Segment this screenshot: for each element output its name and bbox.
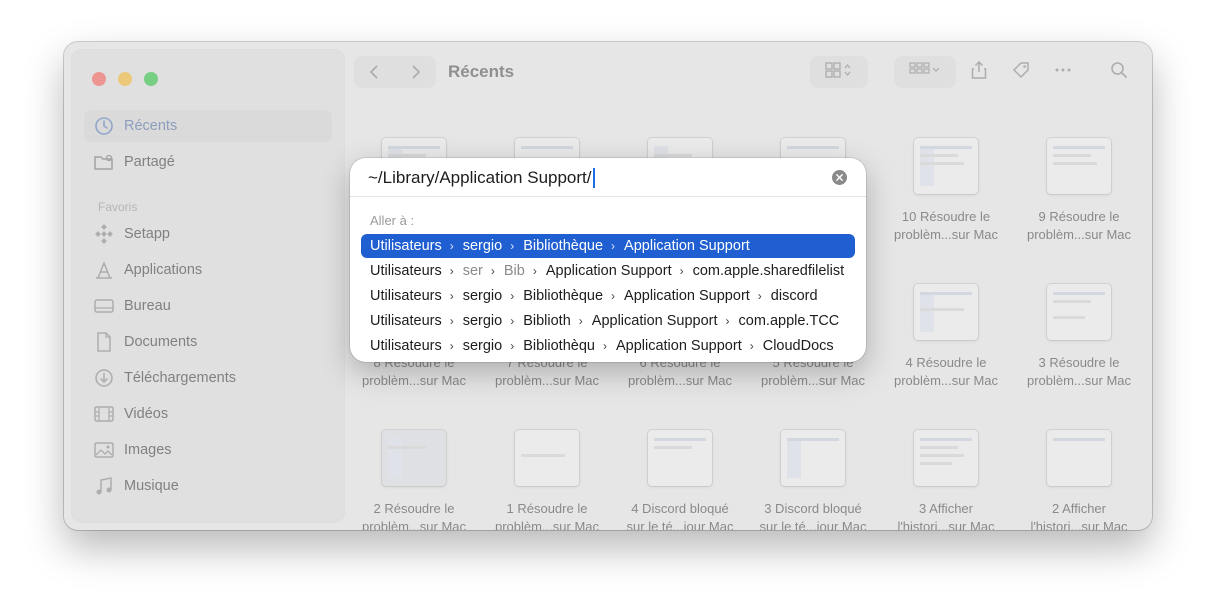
path-segment: Utilisateurs <box>370 263 442 279</box>
chevron-right-icon: › <box>611 289 616 303</box>
suggestion-row[interactable]: Utilisateurs › sergio › Bibliothèque › A… <box>361 234 855 258</box>
path-segment: discord <box>770 288 818 304</box>
chevron-right-icon: › <box>449 264 454 278</box>
chevron-right-icon: › <box>510 289 515 303</box>
path-segment: Application Support <box>624 238 750 254</box>
path-segment: Utilisateurs <box>370 288 442 304</box>
path-segment: sergio <box>462 313 503 329</box>
path-segment: Application Support <box>615 338 742 354</box>
suggestion-row[interactable]: Utilisateurs › sergio › Bibliothèqu › Ap… <box>361 334 855 358</box>
chevron-right-icon: › <box>510 339 515 353</box>
path-segment: com.apple.sharedfilelist <box>692 263 845 279</box>
suggestion-row[interactable]: Utilisateurs › ser › Bib › Application S… <box>361 259 855 283</box>
suggestion-row[interactable]: Utilisateurs › sergio › Bibliothèque › A… <box>361 284 855 308</box>
path-segment: Bibliothèqu <box>523 338 595 354</box>
path-segment: Bibliothèque <box>523 238 604 254</box>
path-segment: ser <box>462 263 483 279</box>
path-segment: Application Support <box>545 263 672 279</box>
chevron-right-icon: › <box>510 239 515 253</box>
chevron-right-icon: › <box>725 314 730 328</box>
path-segment: Bib <box>503 263 525 279</box>
path-segment: sergio <box>462 238 503 254</box>
path-segment: CloudDocs <box>762 338 834 354</box>
path-segment: Application Support <box>624 288 750 304</box>
chevron-right-icon: › <box>578 314 583 328</box>
path-segment: Application Support <box>591 313 718 329</box>
go-to-folder-dialog: ~/Library/Application Support/ Aller à :… <box>350 158 866 362</box>
suggestion-row[interactable]: Utilisateurs › sergio › Biblioth › Appli… <box>361 309 855 333</box>
close-icon <box>835 173 844 182</box>
divider <box>350 196 866 197</box>
path-segment: Utilisateurs <box>370 338 442 354</box>
path-input-value: ~/Library/Application Support/ <box>368 168 592 187</box>
chevron-right-icon: › <box>602 339 607 353</box>
chevron-right-icon: › <box>449 239 454 253</box>
chevron-right-icon: › <box>611 239 616 253</box>
chevron-right-icon: › <box>449 314 454 328</box>
text-caret <box>592 168 595 188</box>
chevron-right-icon: › <box>757 289 762 303</box>
path-input[interactable]: ~/Library/Application Support/ <box>368 167 808 189</box>
path-segment: Bibliothèque <box>523 288 604 304</box>
chevron-right-icon: › <box>490 264 495 278</box>
chevron-right-icon: › <box>679 264 684 278</box>
path-segment: Biblioth <box>523 313 571 329</box>
path-segment: sergio <box>462 338 503 354</box>
chevron-right-icon: › <box>532 264 537 278</box>
path-segment: sergio <box>462 288 503 304</box>
chevron-right-icon: › <box>749 339 754 353</box>
path-segment: com.apple.TCC <box>738 313 840 329</box>
path-segment: Utilisateurs <box>370 313 442 329</box>
clear-input-button[interactable] <box>832 170 847 185</box>
go-to-label: Aller à : <box>370 213 415 228</box>
chevron-right-icon: › <box>510 314 515 328</box>
chevron-right-icon: › <box>449 289 454 303</box>
chevron-right-icon: › <box>449 339 454 353</box>
path-segment: Utilisateurs <box>370 238 442 254</box>
